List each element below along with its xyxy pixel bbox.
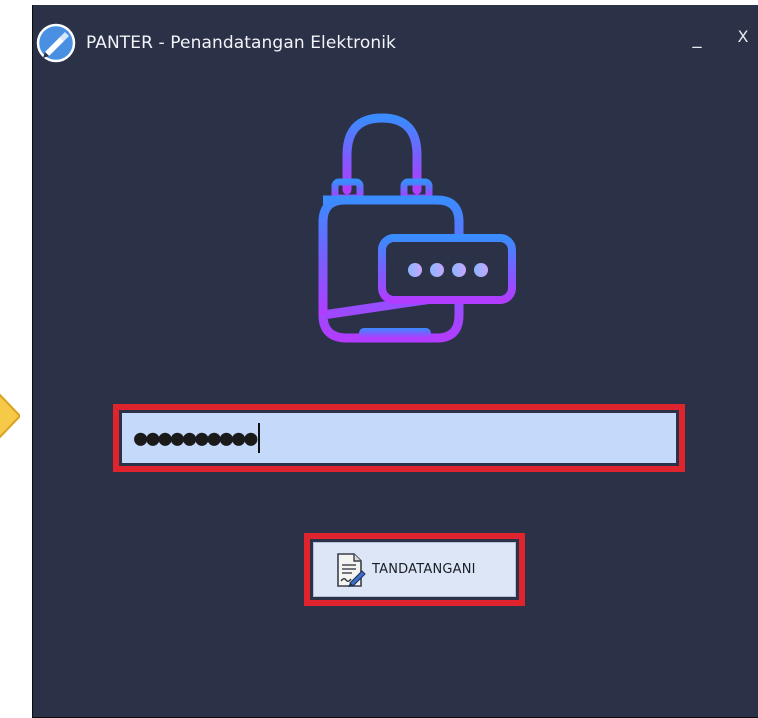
password-highlight-box: ●●●●●●●●●●	[113, 404, 685, 472]
window-title: PANTER - Penandatangan Elektronik	[86, 33, 397, 53]
password-masked-value: ●●●●●●●●●●	[134, 425, 257, 451]
arrow-pointer-icon	[0, 393, 20, 439]
title-bar[interactable]: PANTER - Penandatangan Elektronik _ X	[33, 5, 758, 85]
app-window: PANTER - Penandatangan Elektronik _ X ●●…	[32, 5, 758, 718]
sign-button-label: TANDATANGANI	[372, 562, 476, 577]
padlock-password-icon	[318, 113, 516, 343]
text-caret	[258, 423, 261, 453]
screen: PANTER - Penandatangan Elektronik _ X ●●…	[0, 0, 758, 718]
sign-button[interactable]: TANDATANGANI	[313, 542, 516, 597]
sign-button-highlight-box: TANDATANGANI	[304, 533, 525, 606]
password-input[interactable]: ●●●●●●●●●●	[122, 413, 676, 463]
sign-document-icon	[337, 552, 366, 587]
close-button[interactable]: X	[731, 23, 755, 51]
pen-nib-icon	[36, 23, 76, 63]
minimize-button[interactable]: _	[685, 25, 709, 53]
